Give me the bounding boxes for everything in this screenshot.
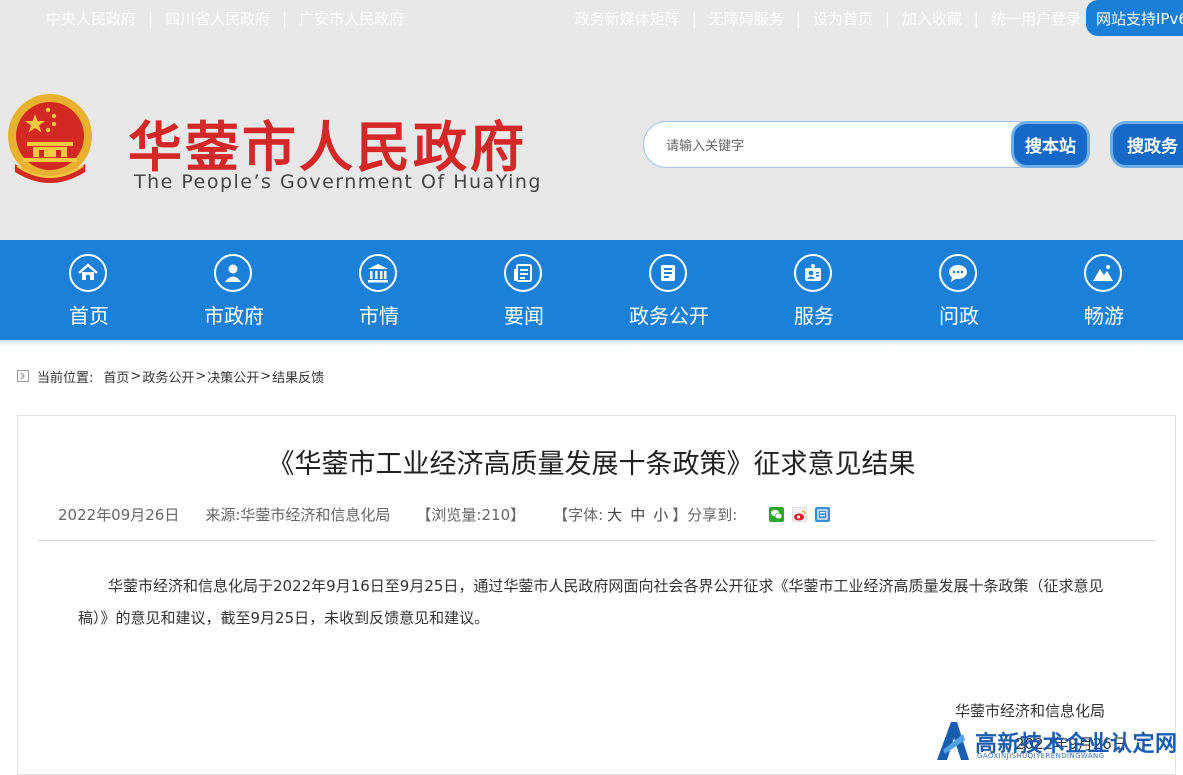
search-gov-button[interactable]: 搜政务 [1110,121,1183,168]
news-icon [504,254,542,292]
nav-item-news[interactable]: 要闻 [464,240,584,340]
top-bar: 中央人民政府 | 四川省人民政府 | 广安市人民政府 政务新媒体矩阵 | 无障碍… [0,0,1183,36]
separator: | [795,9,801,28]
separator: | [884,9,890,28]
person-icon [214,254,252,292]
separator: | [282,9,288,28]
article-views: 【浏览量:210】 [416,506,526,524]
nav-label: 市情 [359,304,399,328]
location-icon [17,370,29,382]
font-size-large[interactable]: 大 [607,504,622,525]
nav-label: 政务公开 [629,304,709,328]
watermark-subtext: GAOXINJISHUQIYERENDINGWANG [977,752,1105,760]
article-body: 华蓥市经济和信息化局于2022年9月16日至9月25日，通过华蓥市人民政府网面向… [78,577,1104,627]
link-user-login[interactable]: 统一用户登录 [991,8,1081,29]
document-icon [649,254,687,292]
share-label: 】分享到: [672,506,738,524]
site-subtitle: The People’s Government Of HuaYing [134,171,542,193]
separator: | [148,9,154,28]
article-title: 《华蓥市工业经济高质量发展十条政策》征求意见结果 [267,449,916,480]
nav-item-tourism[interactable]: 畅游 [1044,240,1164,340]
building-icon [359,254,397,292]
breadcrumb-home[interactable]: 首页 [103,367,129,386]
link-accessibility[interactable]: 无障碍服务 [709,8,784,29]
breadcrumb-arrow: > [260,368,272,384]
nav-label: 畅游 [1084,304,1124,328]
breadcrumb-gov-affairs[interactable]: 政务公开 [142,367,194,386]
weibo-icon[interactable] [792,507,808,522]
link-new-media[interactable]: 政务新媒体矩阵 [575,8,680,29]
separator: | [691,9,697,28]
link-add-favorite[interactable]: 加入收藏 [902,8,962,29]
nav-label: 问政 [939,304,979,328]
main-nav: 首页 市政府 市情 要闻 政务公开 服务 问政 畅游 [0,240,1183,340]
top-links-right: 政务新媒体矩阵 | 无障碍服务 | 设为首页 | 加入收藏 | 统一用户登录 [575,8,1081,29]
nav-label: 服务 [794,304,834,328]
breadcrumb-decision[interactable]: 决策公开 [207,367,259,386]
mountain-icon [1084,254,1122,292]
separator: | [973,9,979,28]
national-emblem-icon [5,92,95,188]
top-links-left: 中央人民政府 | 四川省人民政府 | 广安市人民政府 [46,8,404,29]
font-size-medium[interactable]: 中 [630,504,645,525]
link-central-gov[interactable]: 中央人民政府 [46,8,136,29]
article-date: 2022年09月26日 [58,506,180,524]
nav-item-service[interactable]: 服务 [754,240,874,340]
qzone-icon[interactable] [815,507,831,522]
nav-item-city-info[interactable]: 市情 [319,240,439,340]
nav-item-inquiry[interactable]: 问政 [899,240,1019,340]
breadcrumb-label: 当前位置: [37,370,94,386]
nav-shadow [0,340,1183,346]
nav-label: 市政府 [204,304,264,328]
watermark-logo-icon [937,722,969,760]
service-icon [794,254,832,292]
chat-icon [939,254,977,292]
nav-item-gov-affairs[interactable]: 政务公开 [609,240,729,340]
nav-label: 首页 [69,304,109,328]
link-guangan-gov[interactable]: 广安市人民政府 [299,8,404,29]
ipv6-badge[interactable]: 网站支持IPv6 [1086,0,1183,36]
article-source: 来源:华蓥市经济和信息化局 [205,506,391,524]
font-size-label: 【字体: [553,506,604,524]
search-input[interactable] [664,132,1008,160]
nav-label: 要闻 [504,304,544,328]
breadcrumb-arrow: > [195,368,207,384]
wechat-icon[interactable] [769,507,785,522]
meta-divider [38,540,1156,541]
watermark: 高新技术企业认定网 GAOXINJISHUQIYERENDINGWANG [935,718,1183,765]
search-site-button[interactable]: 搜本站 [1011,121,1090,168]
breadcrumb-feedback[interactable]: 结果反馈 [272,367,324,386]
breadcrumb: 当前位置: 首页 > 政务公开 > 决策公开 > 结果反馈 [17,366,324,386]
nav-item-home[interactable]: 首页 [29,240,149,340]
font-size-small[interactable]: 小 [653,504,668,525]
share-icons [769,507,838,522]
home-icon [69,254,107,292]
link-sichuan-gov[interactable]: 四川省人民政府 [165,8,270,29]
breadcrumb-arrow: > [130,368,142,384]
article-meta: 2022年09月26日 来源:华蓥市经济和信息化局 【浏览量:210】 【字体:… [58,504,838,525]
nav-item-city-gov[interactable]: 市政府 [174,240,294,340]
search-box [643,121,1043,168]
link-set-homepage[interactable]: 设为首页 [813,8,873,29]
